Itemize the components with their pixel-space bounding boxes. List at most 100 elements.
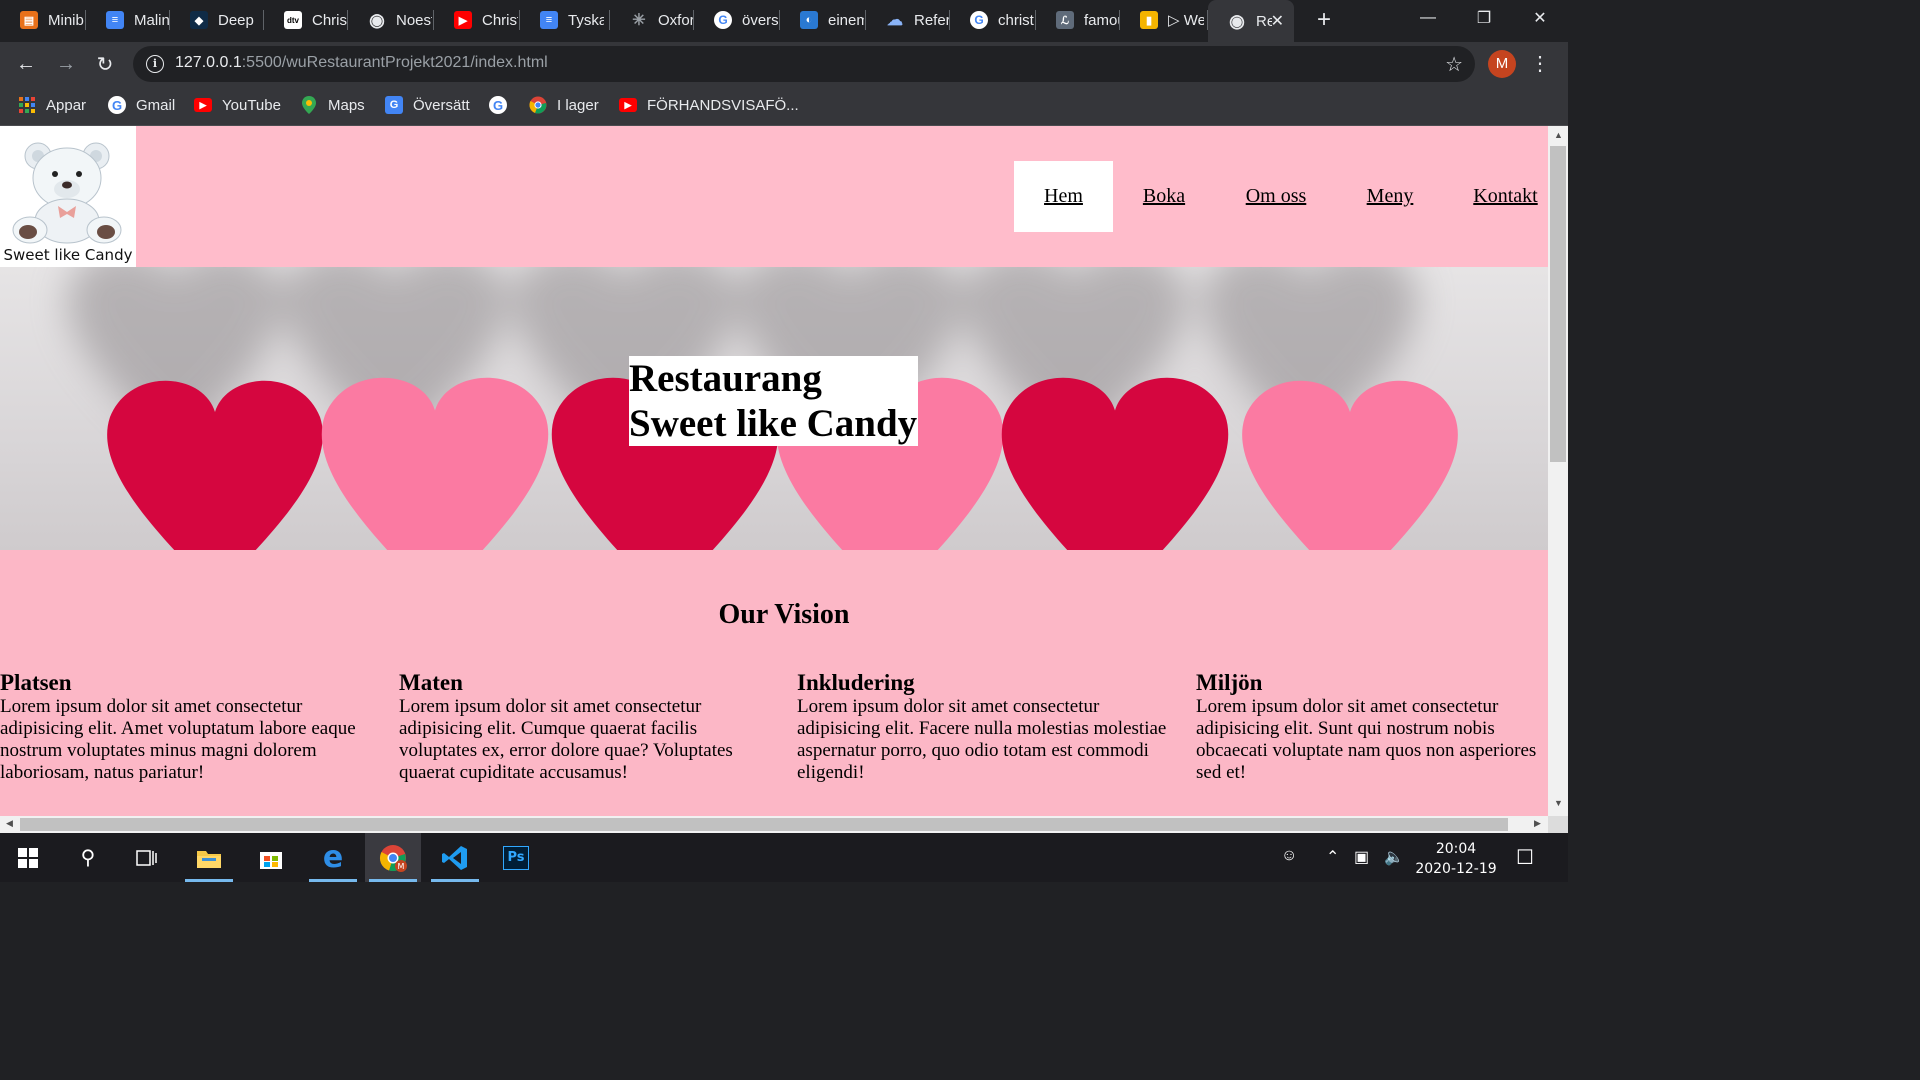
close-window-button[interactable]: ✕ [1512,0,1568,36]
search-icon[interactable]: ⚲ [60,833,116,882]
back-icon[interactable]: ← [12,50,40,78]
docs-icon: ≡ [106,11,124,29]
sparkle-icon: ✳ [632,12,646,29]
browser-tab[interactable]: ▶ Christ [434,0,520,40]
column-text: Lorem ipsum dolor sit amet consectetur a… [399,696,733,783]
horizontal-scroll-thumb[interactable] [20,818,1508,831]
nav-link-hem[interactable]: Hem [1014,161,1113,232]
reload-icon[interactable]: ↻ [91,50,119,78]
bookmark-item[interactable]: ▶ FÖRHANDSVISAFÖ... [619,94,799,116]
bookmark-item[interactable]: ▶ YouTube [194,94,281,116]
bookmark-label: Maps [328,96,365,114]
hero-title: Restaurang Sweet like Candy [629,356,918,446]
minimize-button[interactable]: — [1400,0,1456,36]
globe-icon: ◉ [369,9,385,30]
browser-tab[interactable]: ☁ Refer [866,0,950,40]
vertical-scroll-thumb[interactable] [1550,146,1566,462]
reverso-icon: ◐ [800,11,818,29]
svg-text:M: M [398,862,405,871]
bookmark-item[interactable]: Maps [300,94,365,116]
chrome-icon[interactable]: M [365,833,421,882]
edge-icon[interactable]: e [305,833,361,882]
browser-tab[interactable]: ℒfamou [1036,0,1120,40]
youtube-icon: ▶ [194,98,212,112]
translate-icon: G [385,96,403,114]
scroll-up-arrow-icon[interactable]: ▲ [1554,130,1563,140]
url-path: :5500/wuRestaurantProjekt2021/index.html [241,54,548,71]
browser-tab[interactable]: ≡ Malin [86,0,170,40]
browser-tab[interactable]: ▮ ▷ We [1120,0,1208,40]
photoshop-icon[interactable]: Ps [488,833,544,882]
address-bar[interactable]: i 127.0.0.1:5500/wuRestaurantProjekt2021… [133,46,1475,82]
browser-tab[interactable]: ▤ Minib [0,0,86,40]
browser-tab[interactable]: ◉ Re ✕ [1208,0,1294,42]
globe-icon: ◉ [1229,10,1245,31]
bookmark-item[interactable]: G [489,94,517,116]
browser-tab[interactable]: ◐ einem [780,0,866,40]
docs-icon: ≡ [540,11,558,29]
tab-title: einem [828,11,864,29]
bookmark-label: FÖRHANDSVISAFÖ... [647,96,799,114]
browser-tab[interactable]: ≡ Tyska [520,0,610,40]
people-icon[interactable]: ☺ [1281,847,1297,865]
clock-date: 2020-12-19 [1415,861,1497,877]
scroll-left-arrow-icon[interactable]: ◀ [6,818,13,829]
logo-caption: Sweet like Candy [3,246,133,264]
file-explorer-icon[interactable] [181,833,237,882]
scroll-down-arrow-icon[interactable]: ▼ [1554,798,1563,808]
column-title: Maten [399,670,463,695]
youtube-icon: ▶ [454,11,472,29]
bookmark-label: YouTube [222,96,281,114]
browser-tab[interactable]: ✳ Oxfor [610,0,694,40]
scrollbar-corner [1548,816,1568,833]
browser-tab[interactable]: Gchrist [950,0,1036,40]
start-icon[interactable] [0,833,56,882]
menu-kebab-icon[interactable]: ⋮ [1530,50,1550,78]
nav-link-boka[interactable]: Boka [1113,161,1215,232]
bookmark-item[interactable]: I lager [529,94,599,116]
browser-tab[interactable]: dtv Christ [264,0,348,40]
vision-heading: Our Vision [718,599,850,630]
store-icon[interactable] [243,833,299,882]
forward-icon[interactable]: → [52,50,80,78]
browser-tab[interactable]: ◉ Noest [348,0,434,40]
site-header: Sweet like Candy Hem Boka Om oss Meny Ko… [0,126,1548,267]
bookmark-item[interactable]: G Översätt [385,94,470,116]
tab-title: DeepL [218,11,254,29]
site-logo[interactable]: Sweet like Candy [0,126,136,267]
bookmark-star-icon[interactable]: ☆ [1445,52,1463,77]
tab-title: Re [1256,12,1272,30]
tab-title: Christ [312,11,348,29]
nav-link-kontakt[interactable]: Kontakt [1443,161,1548,232]
bookmarks-bar: Appar G Gmail ▶ YouTube Maps G Översätt G I lager… [0,86,1568,126]
column-text: Lorem ipsum dolor sit amet consectetur a… [0,696,356,783]
tab-title: Oxfor [658,11,694,29]
scroll-right-arrow-icon[interactable]: ▶ [1534,818,1541,829]
bookmark-item[interactable]: Appar [18,94,86,116]
google-icon: G [108,96,126,114]
vertical-scrollbar[interactable]: ▲ ▼ [1548,126,1568,816]
taskbar-clock[interactable]: 20:04 2020-12-19 [1410,839,1502,879]
google-icon: G [970,11,988,29]
horizontal-scrollbar[interactable]: ◀ ▶ [0,816,1548,833]
notifications-icon[interactable]: ☐ [1516,845,1534,870]
site-info-icon[interactable]: i [146,55,164,73]
dtv-icon: dtv [284,11,302,29]
volume-icon[interactable]: 🔈 [1384,847,1404,867]
restore-button[interactable]: ❐ [1456,0,1512,36]
profile-avatar[interactable]: M [1488,50,1516,78]
close-tab-icon[interactable]: ✕ [1271,11,1284,31]
show-hidden-icons-icon[interactable]: ⌃ [1326,847,1339,867]
windows-taskbar: ⚲ e M Ps ☺ ⌃ ▣ 🔈 20:04 2020-12-19 ☐ [0,833,1568,882]
nav-link-om-oss[interactable]: Om oss [1215,161,1337,232]
battery-icon[interactable]: ▣ [1354,847,1369,867]
column-title: Platsen [0,670,72,695]
task-view-icon[interactable] [119,833,175,882]
browser-tab[interactable]: Göversä [694,0,780,40]
nav-link-meny[interactable]: Meny [1337,161,1443,232]
bookmark-item[interactable]: G Gmail [108,94,175,116]
vscode-icon[interactable] [427,833,483,882]
url-text[interactable]: 127.0.0.1:5500/wuRestaurantProjekt2021/i… [175,54,548,72]
browser-tab[interactable]: ◆ DeepL [170,0,264,40]
new-tab-button[interactable]: + [1310,6,1338,34]
